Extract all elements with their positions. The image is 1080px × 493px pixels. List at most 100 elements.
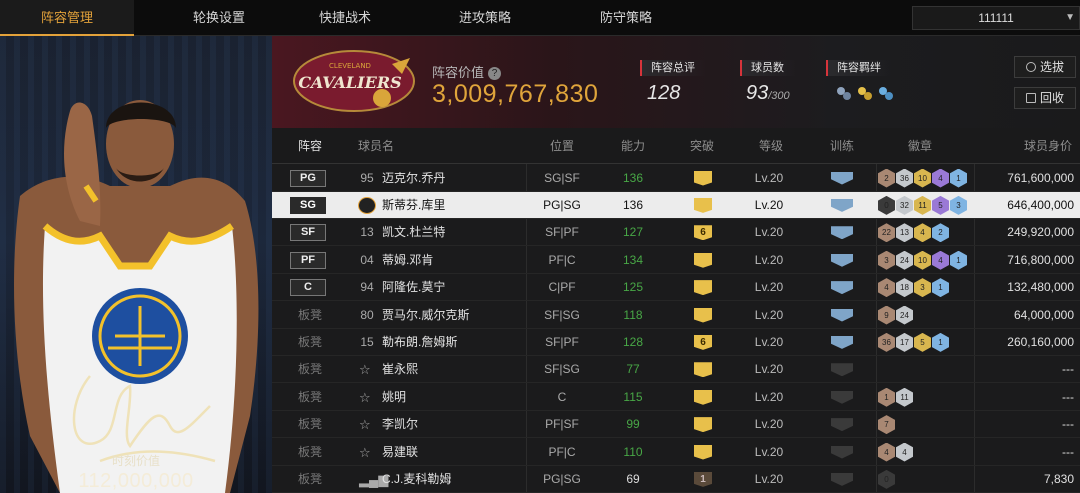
recycle-button[interactable]: 回收 [1014,87,1076,109]
player-name[interactable]: 崔永熙 [382,356,418,383]
breakthrough-icon[interactable] [694,362,712,378]
slot-badge[interactable]: C [290,279,326,297]
tab-rotation-settings[interactable]: 轮换设置 [152,0,286,36]
col-breakthrough[interactable]: 突破 [690,128,714,164]
slot-badge[interactable]: SG [290,196,326,214]
tab-lineup-management[interactable]: 阵容管理 [0,0,134,36]
player-name[interactable]: 姚明 [382,384,406,411]
slot-badge[interactable]: SF [290,224,326,242]
help-icon[interactable]: ? [488,67,502,80]
player-position: PG|SG [543,197,581,212]
breakthrough-icon[interactable] [694,307,712,323]
table-row[interactable]: 板凳 80 贾马尔.威尔克斯 SF|SG 118 Lv.20 9 24 64,000,000 [272,302,1080,329]
player-value: --- [1062,362,1074,377]
col-training[interactable]: 训练 [830,128,854,164]
top-nav: 阵容管理 轮换设置 快捷战术 进攻策略 防守策略 111111 ▼ [0,0,1080,36]
tab-defense-strategy[interactable]: 防守策略 [559,0,693,36]
breakthrough-icon[interactable] [694,252,712,268]
breakthrough-icon[interactable] [694,389,712,405]
jersey-number: 15 [360,334,374,349]
table-row[interactable]: 板凳 ▂▄▆ C.J.麦科勒姆 PG|SG 69 1 Lv.20 0 7,830 [272,466,1080,493]
logo-text: CAVALIERS [298,73,401,92]
breakthrough-icon[interactable] [694,417,712,433]
training-icon[interactable] [831,418,853,432]
team-value: 3,009,767,830 [432,80,599,108]
account-dropdown[interactable]: 111111 ▼ [912,6,1080,30]
table-row[interactable]: PG 95 迈克尔.乔丹 SG|SF 136 Lv.20 2 36 10 4 1 761,600,00… [272,165,1080,192]
training-icon[interactable] [831,253,853,267]
slot-badge[interactable]: PG [290,169,326,187]
tab-offense-strategy[interactable]: 进攻策略 [418,0,552,36]
col-badges[interactable]: 徽章 [908,128,932,164]
training-icon[interactable] [831,472,853,486]
player-card[interactable]: 时刻价值 112,000,000 [0,36,272,493]
table-row[interactable]: PF 04 蒂姆.邓肯 PF|C 134 Lv.20 3 24 10 4 1 716,800,000 [272,247,1080,274]
breakthrough-icon[interactable] [694,197,712,213]
table-row[interactable]: 板凳 ☆ 易建联 PF|C 110 Lv.20 4 4 --- [272,439,1080,466]
breakthrough-icon[interactable]: 6 [694,334,712,350]
table-row[interactable]: SF 13 凯文.杜兰特 SF|PF 127 6 Lv.20 22 13 4 2 249,920,00… [272,219,1080,247]
jersey-number: 80 [360,307,374,322]
player-count-value: 93 [746,82,769,104]
player-name[interactable]: 贾马尔.威尔克斯 [382,302,469,329]
table-row[interactable]: SG 14 斯蒂芬.库里 PG|SG 136 Lv.20 0 32 11 5 3 646,400,00… [272,191,1080,219]
training-icon[interactable] [831,198,853,212]
training-icon[interactable] [831,308,853,322]
player-name[interactable]: 易建联 [382,439,418,466]
slot-badge[interactable]: PF [290,251,326,269]
badge-list[interactable]: 1 11 [878,387,914,407]
training-icon[interactable] [831,363,853,377]
player-name[interactable]: 凯文.杜兰特 [382,219,445,246]
training-icon[interactable] [831,390,853,404]
badge-list[interactable]: 0 [878,469,896,489]
badge-list[interactable]: 2 36 10 4 1 [878,168,968,188]
training-icon[interactable] [831,281,853,295]
badge-list[interactable]: 9 24 [878,305,914,325]
breakthrough-icon[interactable]: 1 [694,471,712,487]
badge-list[interactable]: 36 17 5 1 [878,332,950,352]
col-lineup[interactable]: 阵容 [298,128,322,164]
player-name[interactable]: 阿隆佐.莫宁 [382,274,445,301]
training-icon[interactable] [831,171,853,185]
training-icon[interactable] [831,226,853,240]
player-name[interactable]: C.J.麦科勒姆 [382,466,451,493]
player-name[interactable]: 李凯尔 [382,411,418,438]
col-name[interactable]: 球员名 [358,128,394,164]
badge-list[interactable]: 4 18 3 1 [878,278,950,298]
player-level: Lv.20 [754,170,784,185]
tab-quick-tactics[interactable]: 快捷战术 [278,0,412,36]
player-name[interactable]: 斯蒂芬.库里 [382,192,445,219]
table-row[interactable]: C 94 阿隆佐.莫宁 C|PF 125 Lv.20 4 18 3 1 132,480,000 [272,274,1080,302]
bond-icons[interactable] [834,84,898,104]
select-button[interactable]: 选拔 [1014,56,1076,78]
badge-icon: 11 [896,387,913,407]
table-row[interactable]: 板凳 ☆ 姚明 C 115 Lv.20 1 11 --- [272,384,1080,411]
player-level: Lv.20 [754,334,784,349]
badge-list[interactable]: 7 [878,415,896,435]
col-value[interactable]: 球员身价 [1024,128,1072,164]
badge-icon: 3 [914,278,931,298]
badge-list[interactable]: 0 32 11 5 3 [878,195,968,215]
bond-icon [879,87,893,100]
badge-list[interactable]: 3 24 10 4 1 [878,250,968,270]
col-position[interactable]: 位置 [550,128,574,164]
col-level[interactable]: 等级 [759,128,783,164]
table-row[interactable]: 板凳 ☆ 崔永熙 SF|SG 77 Lv.20 --- [272,356,1080,384]
cavaliers-logo: CLEVELAND CAVALIERS [293,50,415,112]
team-summary: CLEVELAND CAVALIERS 阵容价值? 3,009,767,830 … [272,36,1080,128]
badge-list[interactable]: 44 [878,442,914,462]
breakthrough-icon[interactable] [694,170,712,186]
table-row[interactable]: 板凳 ☆ 李凯尔 PF|SF 99 Lv.20 7 --- [272,411,1080,439]
player-name[interactable]: 迈克尔.乔丹 [382,165,445,192]
training-icon[interactable] [831,445,853,459]
breakthrough-icon[interactable] [694,280,712,296]
training-icon[interactable] [831,335,853,349]
breakthrough-icon[interactable] [694,444,712,460]
badge-list[interactable]: 22 13 4 2 [878,223,950,243]
player-name[interactable]: 蒂姆.邓肯 [382,247,433,274]
col-ability[interactable]: 能力 [621,128,645,164]
player-position: C|PF [548,280,576,295]
table-row[interactable]: 板凳 15 勒布朗.詹姆斯 SF|PF 128 6 Lv.20 36 17 5 1 260,160,0… [272,329,1080,356]
breakthrough-icon[interactable]: 6 [694,225,712,241]
player-name[interactable]: 勒布朗.詹姆斯 [382,329,457,356]
